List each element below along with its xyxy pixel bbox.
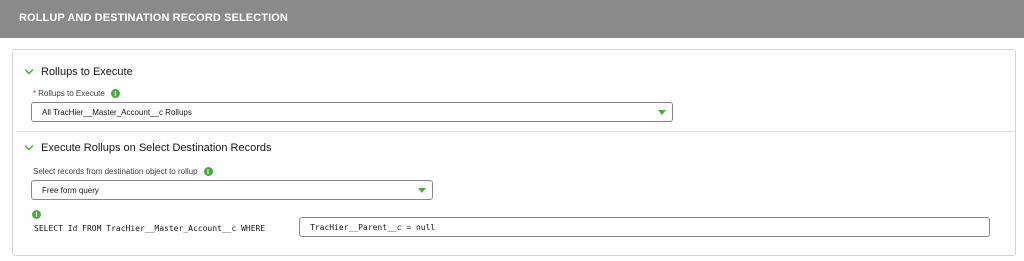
header-bar: ROLLUP AND DESTINATION RECORD SELECTION (0, 0, 1024, 38)
rollups-field-label: * Rollups to Execute i (33, 89, 120, 98)
where-clause-input[interactable] (299, 217, 990, 237)
section-header-destination-records[interactable]: Execute Rollups on Select Destination Re… (24, 142, 272, 154)
caret-down-icon (418, 188, 426, 193)
caret-down-icon (658, 110, 666, 115)
info-icon[interactable]: i (110, 89, 120, 98)
page-title: ROLLUP AND DESTINATION RECORD SELECTION (19, 12, 288, 24)
section-title: Rollups to Execute (41, 66, 133, 78)
info-icon[interactable]: i (32, 210, 41, 219)
query-prefix: SELECT Id FROM TracHier__Master_Account_… (34, 224, 266, 233)
section-divider (16, 131, 1013, 132)
select-value: Free form query (42, 185, 99, 195)
field-label-text: Rollups to Execute (38, 89, 105, 98)
select-value: All TracHier__Master_Account__c Rollups (42, 107, 192, 117)
info-icon[interactable]: i (203, 167, 213, 176)
chevron-down-icon (24, 145, 34, 151)
field-label-text: Select records from destination object t… (33, 167, 198, 176)
rollup-selection-panel: Rollups to Execute * Rollups to Execute … (12, 49, 1016, 256)
destination-field-label: Select records from destination object t… (33, 167, 213, 176)
rollups-select[interactable]: All TracHier__Master_Account__c Rollups (31, 102, 673, 122)
section-header-rollups[interactable]: Rollups to Execute (24, 66, 133, 78)
required-indicator: * (33, 89, 37, 98)
destination-select[interactable]: Free form query (31, 180, 433, 200)
section-title: Execute Rollups on Select Destination Re… (41, 142, 272, 154)
chevron-down-icon (24, 69, 34, 75)
